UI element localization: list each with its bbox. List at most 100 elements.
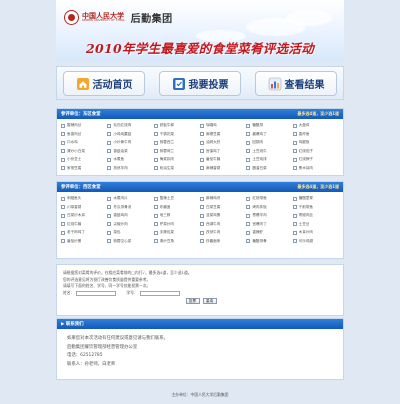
- dish-option[interactable]: 香辣虾: [246, 229, 292, 236]
- dish-option[interactable]: 手撕包菜: [153, 229, 200, 236]
- dish-checkbox[interactable]: [292, 123, 297, 128]
- dish-checkbox[interactable]: [107, 196, 112, 201]
- dish-option[interactable]: 宫爆肉丁: [246, 221, 292, 228]
- dish-checkbox[interactable]: [246, 123, 251, 128]
- dish-checkbox[interactable]: [153, 239, 158, 243]
- dish-option[interactable]: 剁椒鱼头: [61, 195, 107, 202]
- dish-option[interactable]: 蒜蓉空心菜: [107, 238, 153, 245]
- dish-option[interactable]: 小炒黄牛肉: [107, 139, 153, 146]
- dish-checkbox[interactable]: [199, 140, 204, 145]
- dish-checkbox[interactable]: [153, 123, 158, 128]
- dish-checkbox[interactable]: [61, 230, 65, 235]
- dish-checkbox[interactable]: [107, 239, 112, 243]
- dish-checkbox[interactable]: [107, 123, 112, 128]
- dish-option[interactable]: 酸辣土豆: [153, 195, 200, 202]
- dish-option[interactable]: 番茄炒蛋: [61, 238, 107, 245]
- dish-option[interactable]: 口水鸡: [61, 139, 107, 146]
- dish-checkbox[interactable]: [153, 140, 158, 145]
- dish-option[interactable]: 香菇鸡肉: [107, 212, 153, 219]
- dish-checkbox[interactable]: [61, 123, 65, 128]
- dish-checkbox[interactable]: [292, 239, 297, 243]
- dish-checkbox[interactable]: [199, 157, 204, 162]
- dish-option[interactable]: 炸酱面: [153, 204, 200, 211]
- nav-vote-button[interactable]: 我要投票: [159, 71, 241, 96]
- dish-checkbox[interactable]: [107, 157, 112, 162]
- dish-checkbox[interactable]: [199, 213, 204, 218]
- dish-option[interactable]: 川味香锅: [61, 204, 107, 211]
- dish-option[interactable]: 醋溜白菜: [246, 165, 292, 172]
- dish-option[interactable]: 炸酱面条: [199, 238, 246, 245]
- dish-option[interactable]: 大盘鸡: [292, 122, 339, 129]
- dish-option[interactable]: 老干妈鸡丁: [61, 229, 107, 236]
- dish-option[interactable]: 香炸鱼: [292, 131, 339, 138]
- dish-option[interactable]: 香菇油菜: [107, 148, 153, 155]
- dish-checkbox[interactable]: [153, 230, 158, 235]
- dish-option[interactable]: 蚝油生菜: [153, 165, 200, 172]
- dish-option[interactable]: 油焖大虾: [199, 139, 246, 146]
- dish-checkbox[interactable]: [153, 222, 158, 226]
- dish-checkbox[interactable]: [107, 149, 112, 153]
- dish-option[interactable]: 清炒小白菜: [61, 148, 107, 155]
- dish-option[interactable]: 酸辣肉丝: [61, 122, 107, 129]
- dish-checkbox[interactable]: [107, 205, 112, 209]
- dish-checkbox[interactable]: [246, 222, 251, 226]
- dish-checkbox[interactable]: [153, 132, 158, 136]
- student-id-input[interactable]: [139, 290, 180, 296]
- dish-checkbox[interactable]: [246, 205, 251, 209]
- dish-option[interactable]: 咖喱鸡: [199, 122, 246, 129]
- dish-option[interactable]: 糖醋排骨: [246, 238, 292, 245]
- dish-checkbox[interactable]: [107, 132, 112, 136]
- dish-option[interactable]: 红烧茄子: [292, 148, 339, 155]
- dish-option[interactable]: 水煮鱼: [107, 156, 153, 163]
- nav-home-button[interactable]: 活动首页: [63, 71, 145, 96]
- dish-checkbox[interactable]: [246, 149, 251, 153]
- dish-checkbox[interactable]: [107, 166, 112, 170]
- dish-option[interactable]: 木耳炒肉: [292, 229, 339, 236]
- dish-option[interactable]: 土豆炖排: [246, 156, 292, 163]
- dish-checkbox[interactable]: [292, 230, 297, 235]
- dish-checkbox[interactable]: [107, 213, 112, 218]
- dish-option[interactable]: 糖醋排: [246, 122, 292, 129]
- dish-checkbox[interactable]: [153, 196, 158, 201]
- dish-option[interactable]: 黑木耳肉: [292, 165, 339, 172]
- dish-checkbox[interactable]: [61, 196, 65, 201]
- dish-checkbox[interactable]: [61, 205, 65, 209]
- dish-checkbox[interactable]: [61, 222, 65, 226]
- dish-checkbox[interactable]: [199, 196, 204, 201]
- dish-option[interactable]: 蒜蓉荷兰: [153, 148, 200, 155]
- dish-checkbox[interactable]: [199, 205, 204, 209]
- dish-option[interactable]: 芹菜炒肉: [153, 221, 200, 228]
- dish-checkbox[interactable]: [199, 123, 204, 128]
- dish-option[interactable]: 孜然牛肉: [199, 229, 246, 236]
- dish-checkbox[interactable]: [292, 140, 297, 145]
- dish-checkbox[interactable]: [246, 157, 251, 162]
- dish-option[interactable]: 可乐鸡翅: [292, 238, 339, 245]
- dish-option[interactable]: 干煎带鱼: [292, 204, 339, 211]
- reset-button[interactable]: 重填: [202, 298, 217, 304]
- dish-option[interactable]: 宫保鸡丁: [199, 148, 246, 155]
- dish-option[interactable]: 麻婆豆腐: [199, 131, 246, 138]
- dish-checkbox[interactable]: [153, 157, 158, 162]
- dish-checkbox[interactable]: [61, 149, 65, 153]
- dish-option[interactable]: 菜包: [107, 229, 153, 236]
- dish-checkbox[interactable]: [292, 132, 297, 136]
- dish-option[interactable]: 西湖牛肉: [199, 221, 246, 228]
- dish-checkbox[interactable]: [153, 213, 158, 218]
- dish-option[interactable]: 冬瓜排骨汤: [107, 204, 153, 211]
- dish-option[interactable]: 地三鲜: [153, 212, 200, 219]
- dish-option[interactable]: 麻辣香锅: [199, 165, 246, 172]
- dish-option[interactable]: 烤肉拌饭: [246, 204, 292, 211]
- dish-option[interactable]: 回锅肉: [246, 139, 292, 146]
- submit-vote-button[interactable]: 投票: [185, 298, 200, 304]
- dish-option[interactable]: 小份芝士: [61, 156, 107, 163]
- dish-checkbox[interactable]: [292, 149, 297, 153]
- dish-option[interactable]: 小鸡炖蘑菇: [107, 131, 153, 138]
- dish-checkbox[interactable]: [246, 230, 251, 235]
- dish-option[interactable]: 水煮肉片: [107, 195, 153, 202]
- dish-checkbox[interactable]: [61, 239, 65, 243]
- dish-checkbox[interactable]: [199, 166, 204, 170]
- dish-checkbox[interactable]: [246, 196, 251, 201]
- dish-option[interactable]: 土豆丝: [292, 221, 339, 228]
- dish-option[interactable]: 红烧牛腩: [61, 221, 107, 228]
- dish-option[interactable]: 白菜豆腐: [199, 204, 246, 211]
